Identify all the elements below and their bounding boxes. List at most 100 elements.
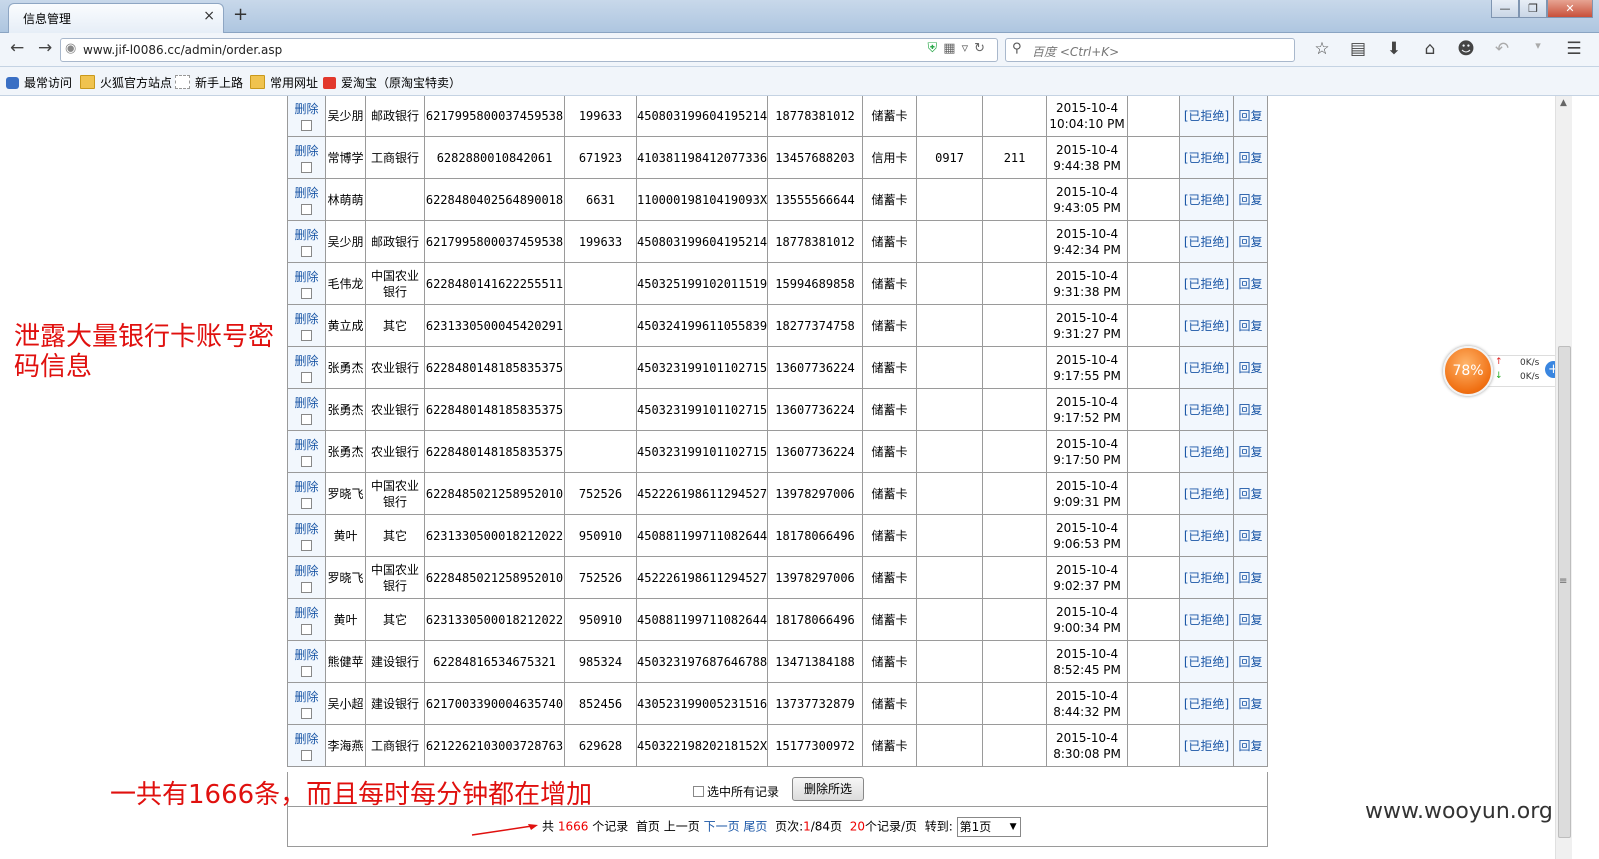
delete-link[interactable]: 删除 <box>288 605 325 621</box>
reply-link[interactable]: 回复 <box>1239 697 1263 711</box>
row-checkbox[interactable] <box>301 455 312 467</box>
row-checkbox[interactable] <box>301 707 312 719</box>
last-page-link[interactable]: 尾页 <box>743 820 767 834</box>
undo-icon[interactable]: ↶ <box>1484 39 1520 59</box>
reload-icon[interactable]: ↻ <box>974 41 991 56</box>
refused-link[interactable]: [已拒绝] <box>1184 529 1229 543</box>
reply-link[interactable]: 回复 <box>1239 655 1263 669</box>
refused-link[interactable]: [已拒绝] <box>1184 193 1229 207</box>
row-checkbox[interactable] <box>301 329 312 341</box>
refused-link[interactable]: [已拒绝] <box>1184 235 1229 249</box>
reply-link[interactable]: 回复 <box>1239 193 1263 207</box>
dropdown-icon[interactable]: ▿ <box>962 41 975 56</box>
refused-link[interactable]: [已拒绝] <box>1184 277 1229 291</box>
refused-link[interactable]: [已拒绝] <box>1184 319 1229 333</box>
tab-close-icon[interactable]: × <box>203 8 215 24</box>
row-checkbox[interactable] <box>301 539 312 551</box>
reply-link[interactable]: 回复 <box>1239 151 1263 165</box>
reply-link[interactable]: 回复 <box>1239 109 1263 123</box>
network-speed-widget[interactable]: ↑ 0K/s ↓ 0K/s 78% + <box>1443 346 1555 396</box>
select-all[interactable]: 选中所有记录 <box>693 783 779 800</box>
delete-link[interactable]: 删除 <box>288 185 325 201</box>
back-icon[interactable]: ← <box>10 38 24 58</box>
delete-link[interactable]: 删除 <box>288 395 325 411</box>
reply-link[interactable]: 回复 <box>1239 445 1263 459</box>
goto-page-select[interactable]: 第1页 ▼ <box>956 817 1021 837</box>
menu-icon[interactable]: ☰ <box>1556 39 1592 59</box>
row-checkbox[interactable] <box>301 623 312 635</box>
reply-link[interactable]: 回复 <box>1239 571 1263 585</box>
delete-selected-button[interactable]: 删除所选 <box>792 777 864 801</box>
refused-link[interactable]: [已拒绝] <box>1184 151 1229 165</box>
refused-link[interactable]: [已拒绝] <box>1184 739 1229 753</box>
delete-link[interactable]: 删除 <box>288 269 325 285</box>
reading-list-icon[interactable]: ▤ <box>1340 39 1376 59</box>
bookmark-firefox-site[interactable]: 火狐官方站点 <box>80 74 172 91</box>
reply-link[interactable]: 回复 <box>1239 613 1263 627</box>
home-icon[interactable]: ⌂ <box>1412 39 1448 59</box>
chevron-down-icon[interactable]: ▾ <box>1520 39 1556 59</box>
next-page-link[interactable]: 下一页 <box>704 820 740 834</box>
reply-link[interactable]: 回复 <box>1239 739 1263 753</box>
browser-tab[interactable]: 信息管理 × <box>8 3 224 33</box>
reply-link[interactable]: 回复 <box>1239 361 1263 375</box>
bookmark-most-visited[interactable]: 最常访问 <box>6 74 72 91</box>
delete-link[interactable]: 删除 <box>288 689 325 705</box>
search-box[interactable]: ⚲ 百度 <Ctrl+K> <box>1005 38 1295 62</box>
delete-link[interactable]: 删除 <box>288 479 325 495</box>
delete-link[interactable]: 删除 <box>288 437 325 453</box>
first-page-link[interactable]: 首页 <box>636 820 660 834</box>
forward-icon[interactable]: → <box>38 38 52 58</box>
prev-page-link[interactable]: 上一页 <box>664 820 700 834</box>
vertical-scrollbar[interactable]: ▲ ≡ <box>1555 96 1572 859</box>
shield-icon[interactable]: ⛨ <box>928 41 944 56</box>
refused-link[interactable]: [已拒绝] <box>1184 361 1229 375</box>
delete-link[interactable]: 删除 <box>288 731 325 747</box>
download-icon[interactable]: ⬇ <box>1376 39 1412 59</box>
delete-link[interactable]: 删除 <box>288 143 325 159</box>
bookmark-aitaobao[interactable]: 爱淘宝（原淘宝特卖） <box>323 74 461 91</box>
reply-link[interactable]: 回复 <box>1239 403 1263 417</box>
refused-link[interactable]: [已拒绝] <box>1184 655 1229 669</box>
row-checkbox[interactable] <box>301 581 312 593</box>
delete-link[interactable]: 删除 <box>288 647 325 663</box>
close-window-button[interactable]: ✕ <box>1547 0 1593 18</box>
refused-link[interactable]: [已拒绝] <box>1184 697 1229 711</box>
reply-link[interactable]: 回复 <box>1239 529 1263 543</box>
row-checkbox[interactable] <box>301 119 312 131</box>
reply-link[interactable]: 回复 <box>1239 277 1263 291</box>
reply-link[interactable]: 回复 <box>1239 487 1263 501</box>
scroll-up-icon[interactable]: ▲ <box>1560 98 1567 108</box>
row-checkbox[interactable] <box>301 287 312 299</box>
refused-link[interactable]: [已拒绝] <box>1184 487 1229 501</box>
url-text[interactable]: www.jif-l0086.cc/admin/order.asp <box>83 43 282 57</box>
reply-link[interactable]: 回复 <box>1239 235 1263 249</box>
qr-code-icon[interactable]: ▦ <box>943 41 961 56</box>
delete-link[interactable]: 删除 <box>288 353 325 369</box>
maximize-button[interactable]: ❐ <box>1519 0 1547 18</box>
refused-link[interactable]: [已拒绝] <box>1184 403 1229 417</box>
memory-usage-ball[interactable]: 78% <box>1443 346 1493 396</box>
refused-link[interactable]: [已拒绝] <box>1184 571 1229 585</box>
address-bar[interactable]: ◉ www.jif-l0086.cc/admin/order.asp ⛨▦▿↻ <box>60 38 998 62</box>
refused-link[interactable]: [已拒绝] <box>1184 445 1229 459</box>
delete-link[interactable]: 删除 <box>288 311 325 327</box>
row-checkbox[interactable] <box>301 161 312 173</box>
row-checkbox[interactable] <box>301 497 312 509</box>
bookmark-common-sites[interactable]: 常用网址 <box>250 74 318 91</box>
chat-icon[interactable]: ☻ <box>1448 39 1484 59</box>
delete-link[interactable]: 删除 <box>288 521 325 537</box>
row-checkbox[interactable] <box>301 371 312 383</box>
row-checkbox[interactable] <box>301 245 312 257</box>
bookmark-star-icon[interactable]: ☆ <box>1304 39 1340 59</box>
search-placeholder[interactable]: 百度 <Ctrl+K> <box>1032 43 1119 60</box>
row-checkbox[interactable] <box>301 203 312 215</box>
refused-link[interactable]: [已拒绝] <box>1184 613 1229 627</box>
delete-link[interactable]: 删除 <box>288 563 325 579</box>
delete-link[interactable]: 删除 <box>288 227 325 243</box>
bookmark-getting-started[interactable]: 新手上路 <box>175 74 243 91</box>
new-tab-button[interactable]: + <box>233 4 248 25</box>
scrollbar-thumb[interactable] <box>1558 346 1571 838</box>
delete-link[interactable]: 删除 <box>288 101 325 117</box>
refused-link[interactable]: [已拒绝] <box>1184 109 1229 123</box>
